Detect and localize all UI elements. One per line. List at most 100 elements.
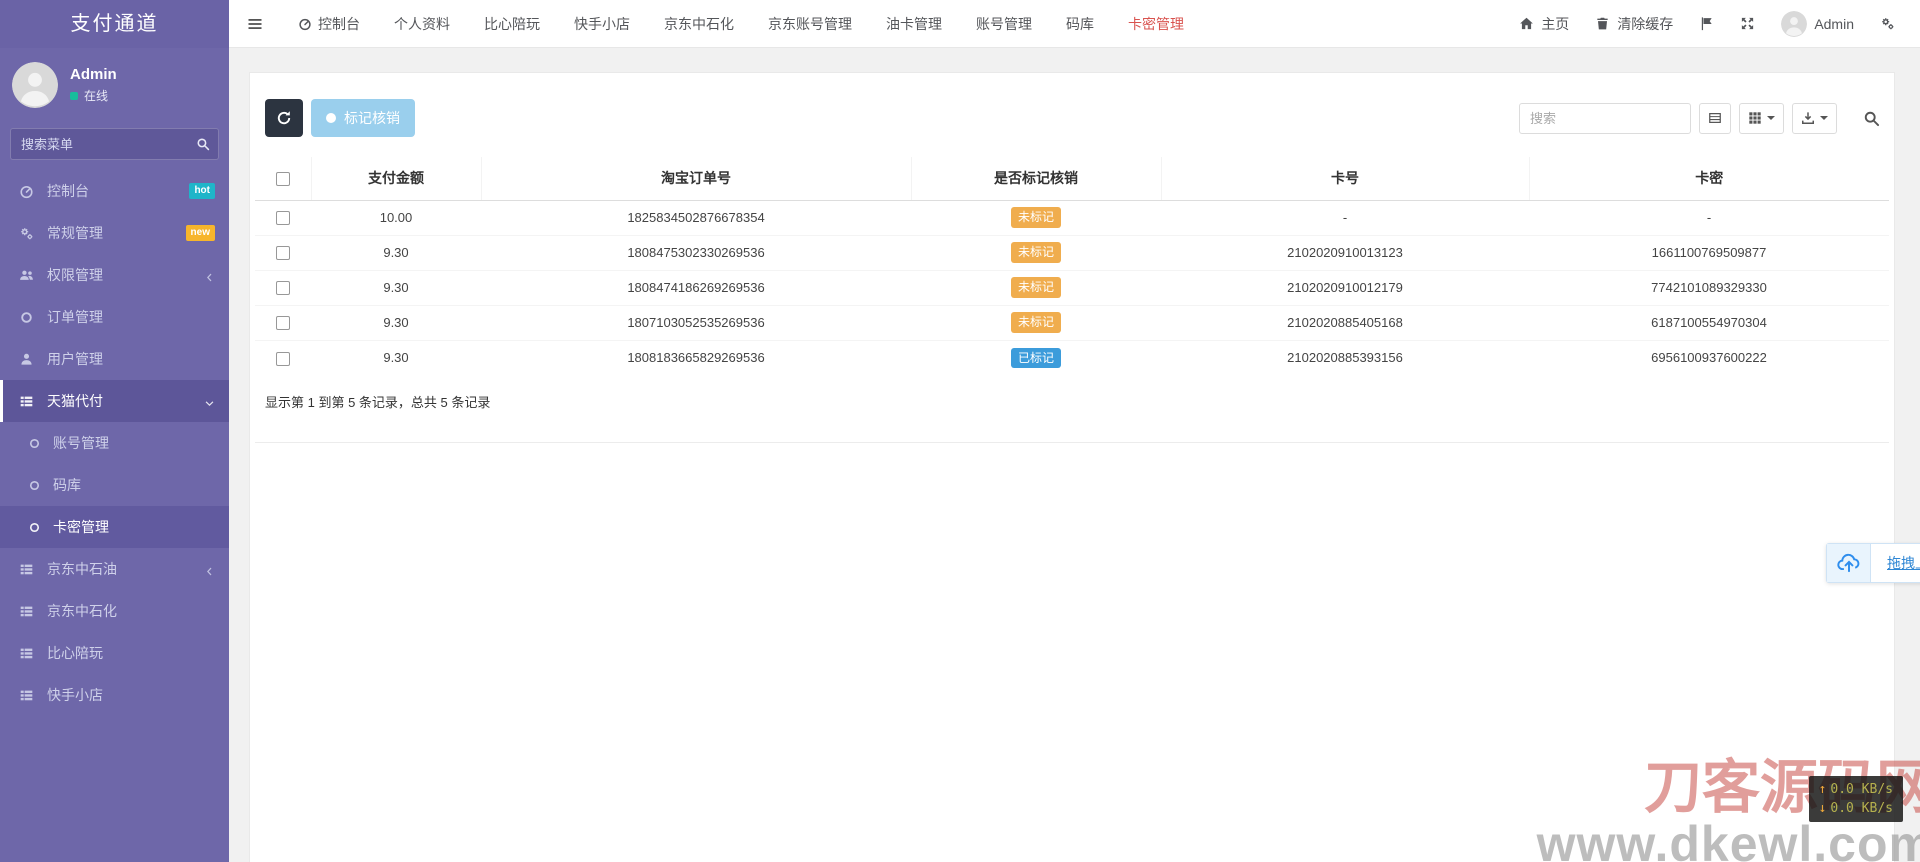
tab-account[interactable]: 账号管理	[959, 0, 1049, 47]
arrow-down-icon: ↓	[1818, 801, 1827, 816]
sidebar-item-code-bank[interactable]: 码库	[0, 464, 229, 506]
tab-oil-card[interactable]: 油卡管理	[869, 0, 959, 47]
drag-upload-label: 拖拽上传	[1887, 555, 1920, 571]
sidebar-item-jd-chem[interactable]: 京东中石化	[0, 590, 229, 632]
trash-icon	[1595, 16, 1610, 31]
tab-profile[interactable]: 个人资料	[377, 0, 467, 47]
tab-dashboard[interactable]: 控制台	[281, 0, 377, 47]
table-toolbar: 标记核销	[265, 99, 1880, 137]
row-checkbox[interactable]	[276, 281, 290, 296]
chevron-left-icon	[204, 564, 215, 575]
row-checkbox[interactable]	[276, 316, 290, 331]
top-navbar: 控制台 个人资料 比心陪玩 快手小店 京东中石化 京东账号管理 油卡管理 账号管理 码库 卡密管理…	[229, 0, 1920, 48]
sidebar-item-label: 京东中石油	[47, 561, 117, 577]
sidebar-item-dashboard[interactable]: 控制台 hot	[0, 170, 229, 212]
sidebar-item-bixin[interactable]: 比心陪玩	[0, 632, 229, 674]
tab-label: 比心陪玩	[484, 15, 540, 32]
pagination-summary: 显示第 1 到第 5 条记录，总共 5 条记录	[265, 395, 491, 410]
caret-down-icon	[1820, 116, 1828, 120]
clear-cache-label: 清除缓存	[1617, 15, 1674, 32]
table-search-input[interactable]	[1519, 102, 1691, 134]
card-view-icon	[1708, 111, 1722, 125]
row-checkbox[interactable]	[276, 351, 290, 366]
export-dropdown-button[interactable]	[1792, 102, 1837, 134]
tab-label: 京东中石化	[664, 15, 734, 32]
table-header-row: 支付金额 淘宝订单号 是否标记核销 卡号 卡密	[255, 157, 1889, 201]
flag-icon	[1699, 16, 1714, 31]
export-icon	[1801, 111, 1815, 125]
column-header[interactable]: 支付金额	[311, 157, 482, 201]
sidebar-menu: 控制台 hot 常规管理 new 权限管理订单管理 用户管理天猫代付账号管理码库卡密管理京…	[0, 170, 229, 716]
user-name: Admin	[70, 66, 117, 83]
user-menu[interactable]: Admin	[1768, 0, 1867, 47]
sidebar-item-kuaishou[interactable]: 快手小店	[0, 674, 229, 716]
fullscreen-icon	[1740, 16, 1755, 31]
badge-new: new	[185, 225, 215, 241]
cloud-upload-icon-box	[1827, 544, 1871, 582]
app-window: 支付通道 Admin 在线 控制台 hot 常规管理 new 权限管理订单管理用户管理天…	[0, 0, 1920, 862]
column-header[interactable]: 是否标记核销	[911, 157, 1162, 201]
cloud-upload-icon	[1836, 550, 1862, 576]
sidebar-toggle-button[interactable]	[229, 0, 281, 47]
circle-icon	[28, 479, 41, 492]
sidebar-item-label: 快手小店	[47, 687, 103, 703]
sidebar-search-input[interactable]	[10, 128, 219, 160]
select-all-checkbox[interactable]	[275, 172, 290, 187]
fullscreen-button[interactable]	[1727, 0, 1768, 47]
mark-status-badge: 已标记	[1010, 347, 1061, 368]
column-header[interactable]: 卡号	[1161, 157, 1530, 201]
avatar	[12, 62, 58, 108]
refresh-button[interactable]	[265, 99, 303, 137]
tab-label: 京东账号管理	[768, 15, 852, 32]
app-title: 支付通道	[0, 0, 229, 48]
cell-order-no: 1808474186269269536	[481, 269, 911, 305]
clear-cache-button[interactable]: 清除缓存	[1582, 0, 1686, 47]
circle-icon	[19, 310, 34, 325]
column-header[interactable]: 卡密	[1529, 157, 1889, 201]
column-header[interactable]: 淘宝订单号	[481, 157, 912, 201]
search-icon[interactable]	[196, 137, 210, 151]
cell-card-no: 2102020910013123	[1161, 234, 1529, 270]
sidebar-item-label: 权限管理	[47, 267, 103, 283]
mark-verify-button[interactable]: 标记核销	[311, 99, 415, 137]
sidebar-item-card-key[interactable]: 卡密管理	[0, 506, 229, 548]
sidebar-item-jd-oil[interactable]: 京东中石油	[0, 548, 229, 590]
settings-button[interactable]	[1867, 0, 1908, 47]
sidebar-item-label: 账号管理	[53, 435, 109, 451]
cell-card-no: -	[1342, 210, 1348, 225]
columns-icon	[1748, 111, 1762, 125]
sidebar-item-account[interactable]: 账号管理	[0, 422, 229, 464]
tab-kuaishou[interactable]: 快手小店	[557, 0, 647, 47]
sidebar-item-label: 天猫代付	[47, 393, 103, 409]
sidebar-item-order[interactable]: 订单管理	[0, 296, 229, 338]
tab-jd-account[interactable]: 京东账号管理	[751, 0, 869, 47]
advanced-search-icon[interactable]	[1863, 110, 1880, 127]
drag-upload-widget[interactable]: 拖拽上传	[1826, 543, 1920, 583]
detail-view-toggle-button[interactable]	[1699, 102, 1731, 134]
sidebar-item-user[interactable]: 用户管理	[0, 338, 229, 380]
row-checkbox[interactable]	[276, 211, 290, 226]
list-icon	[19, 604, 34, 619]
tab-bixin[interactable]: 比心陪玩	[467, 0, 557, 47]
table-row: 9.30 1808475302330269536 未标记 21020209100131…	[255, 234, 1889, 270]
tab-card-key[interactable]: 卡密管理	[1111, 0, 1201, 47]
language-button[interactable]	[1686, 0, 1727, 47]
network-speed-widget: ↑ 0.0 KB/s ↓ 0.0 KB/s	[1808, 776, 1903, 822]
row-checkbox[interactable]	[276, 246, 290, 261]
sidebar-item-label: 京东中石化	[47, 603, 117, 619]
sidebar-item-label: 卡密管理	[53, 519, 109, 535]
home-button[interactable]: 主页	[1506, 0, 1582, 47]
columns-dropdown-button[interactable]	[1739, 102, 1784, 134]
sidebar-item-tmall-pay[interactable]: 天猫代付	[0, 380, 229, 422]
sidebar-item-auth[interactable]: 权限管理	[0, 254, 229, 296]
sidebar: 支付通道 Admin 在线 控制台 hot 常规管理 new 权限管理订单管理用户管理天…	[0, 0, 229, 862]
sidebar-item-general[interactable]: 常规管理 new	[0, 212, 229, 254]
navbar-right: 主页 清除缓存 Admin	[1506, 0, 1920, 47]
list-icon	[19, 688, 34, 703]
header-select-all	[255, 157, 312, 201]
tab-label: 账号管理	[976, 15, 1032, 32]
tab-label: 卡密管理	[1128, 15, 1184, 32]
tab-code-bank[interactable]: 码库	[1049, 0, 1111, 47]
sidebar-item-label: 控制台	[47, 183, 89, 199]
tab-jd-chem[interactable]: 京东中石化	[647, 0, 751, 47]
